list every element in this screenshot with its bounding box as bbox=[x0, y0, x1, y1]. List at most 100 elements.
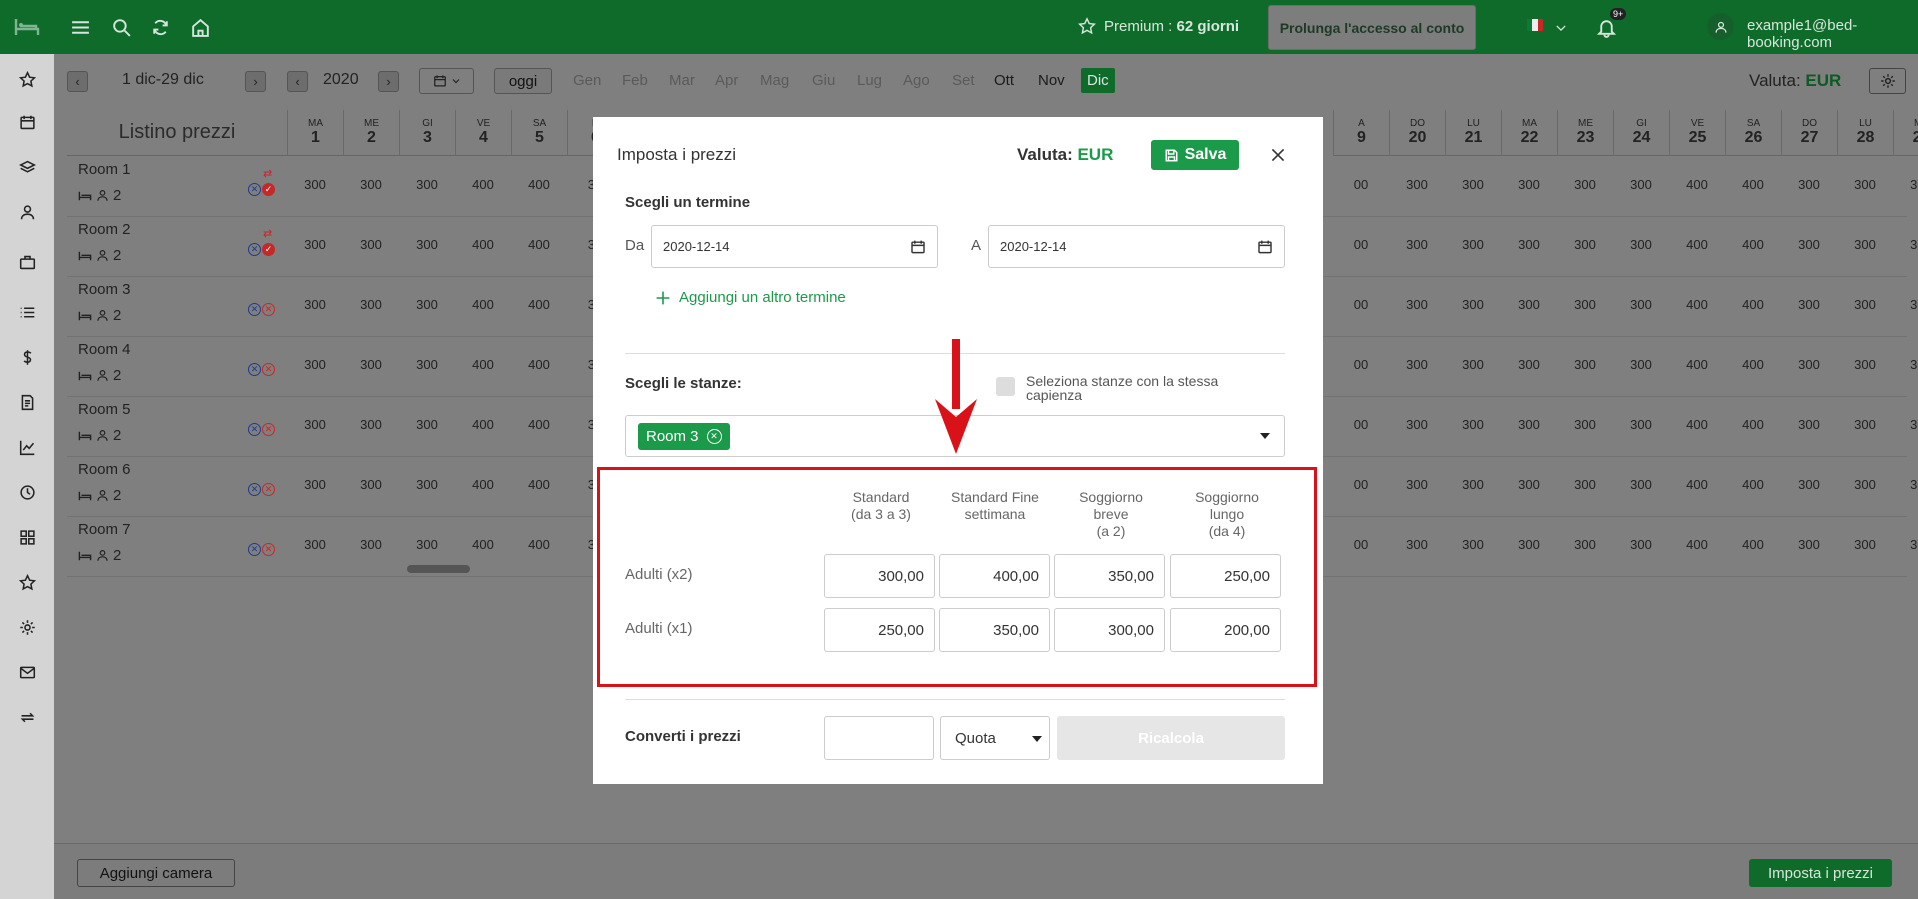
chart-icon[interactable] bbox=[0, 430, 54, 464]
price-cell[interactable]: 300 bbox=[1837, 357, 1893, 372]
price-cell[interactable]: 400 bbox=[511, 357, 567, 372]
month-jan[interactable]: Gen bbox=[573, 72, 601, 89]
price-cell[interactable]: 300 bbox=[1613, 537, 1669, 552]
price-input[interactable]: 200,00 bbox=[1170, 608, 1281, 652]
add-term-link[interactable]: Aggiungi un altro termine bbox=[655, 289, 846, 306]
user-email[interactable]: example1@bed-booking.com bbox=[1747, 17, 1918, 51]
today-button[interactable]: oggi bbox=[494, 68, 552, 94]
home-icon[interactable] bbox=[188, 15, 212, 39]
price-cell[interactable]: 300 bbox=[1445, 177, 1501, 192]
price-cell[interactable]: 400 bbox=[1669, 477, 1725, 492]
month-sep[interactable]: Set bbox=[952, 72, 975, 89]
price-cell[interactable]: 400 bbox=[1725, 357, 1781, 372]
price-cell[interactable]: 300 bbox=[1837, 237, 1893, 252]
price-cell[interactable]: 300 bbox=[343, 357, 399, 372]
prev-period-button[interactable]: ‹ bbox=[67, 71, 88, 92]
price-cell[interactable]: 300 bbox=[399, 417, 455, 432]
price-cell[interactable]: 400 bbox=[455, 417, 511, 432]
price-cell[interactable]: 00 bbox=[1333, 297, 1389, 312]
calendar-icon[interactable] bbox=[910, 239, 926, 255]
menu-icon[interactable] bbox=[68, 15, 92, 39]
caret-down-icon[interactable] bbox=[1260, 433, 1270, 439]
price-cell[interactable]: 300 bbox=[1389, 237, 1445, 252]
price-cell[interactable]: 300 bbox=[1893, 177, 1918, 192]
price-cell[interactable]: 300 bbox=[1837, 417, 1893, 432]
convert-amount-input[interactable] bbox=[824, 716, 934, 760]
price-input[interactable]: 350,00 bbox=[939, 608, 1050, 652]
price-cell[interactable]: 400 bbox=[1669, 537, 1725, 552]
price-input[interactable]: 250,00 bbox=[1170, 554, 1281, 598]
price-cell[interactable]: 300 bbox=[1893, 417, 1918, 432]
price-cell[interactable]: 300 bbox=[1389, 177, 1445, 192]
price-cell[interactable]: 400 bbox=[455, 177, 511, 192]
price-cell[interactable]: 300 bbox=[1501, 417, 1557, 432]
price-cell[interactable]: 300 bbox=[399, 537, 455, 552]
price-cell[interactable]: 300 bbox=[399, 297, 455, 312]
price-cell[interactable]: 300 bbox=[287, 297, 343, 312]
price-cell[interactable]: 00 bbox=[1333, 417, 1389, 432]
price-cell[interactable]: 300 bbox=[287, 357, 343, 372]
layers-icon[interactable] bbox=[0, 150, 54, 184]
extend-access-button[interactable]: Prolunga l'accesso al conto bbox=[1268, 5, 1476, 50]
from-date-input[interactable]: 2020-12-14 bbox=[651, 225, 938, 268]
month-may[interactable]: Mag bbox=[760, 72, 789, 89]
room-name[interactable]: Room 4 bbox=[78, 341, 131, 358]
search-icon[interactable] bbox=[109, 15, 133, 39]
month-jun[interactable]: Giu bbox=[812, 72, 835, 89]
price-cell[interactable]: 300 bbox=[1781, 297, 1837, 312]
month-oct[interactable]: Ott bbox=[994, 72, 1014, 89]
price-cell[interactable]: 00 bbox=[1333, 357, 1389, 372]
month-nov[interactable]: Nov bbox=[1038, 72, 1065, 89]
next-year-button[interactable]: › bbox=[378, 71, 399, 92]
price-cell[interactable]: 300 bbox=[399, 177, 455, 192]
room-name[interactable]: Room 7 bbox=[78, 521, 131, 538]
price-cell[interactable]: 300 bbox=[1445, 297, 1501, 312]
list-icon[interactable] bbox=[0, 295, 54, 329]
price-cell[interactable]: 300 bbox=[287, 237, 343, 252]
price-cell[interactable]: 300 bbox=[287, 417, 343, 432]
clock-icon[interactable] bbox=[0, 475, 54, 509]
price-cell[interactable]: 300 bbox=[343, 537, 399, 552]
price-cell[interactable]: 300 bbox=[1389, 417, 1445, 432]
star-icon[interactable] bbox=[0, 62, 54, 96]
price-cell[interactable]: 400 bbox=[1669, 417, 1725, 432]
bed-logo-icon[interactable] bbox=[0, 0, 54, 54]
price-cell[interactable]: 300 bbox=[1445, 477, 1501, 492]
same-capacity-checkbox[interactable]: Seleziona stanze con la stessa capienza bbox=[996, 374, 1276, 402]
price-cell[interactable]: 400 bbox=[455, 297, 511, 312]
price-cell[interactable]: 300 bbox=[1613, 477, 1669, 492]
set-prices-button[interactable]: Imposta i prezzi bbox=[1749, 859, 1892, 887]
add-room-button[interactable]: Aggiungi camera bbox=[77, 859, 235, 887]
price-cell[interactable]: 300 bbox=[1389, 477, 1445, 492]
price-cell[interactable]: 300 bbox=[1445, 237, 1501, 252]
price-cell[interactable]: 00 bbox=[1333, 177, 1389, 192]
next-period-button[interactable]: › bbox=[245, 71, 266, 92]
price-cell[interactable]: 300 bbox=[343, 177, 399, 192]
price-cell[interactable]: 300 bbox=[287, 477, 343, 492]
price-cell[interactable]: 300 bbox=[1781, 537, 1837, 552]
price-cell[interactable]: 300 bbox=[1445, 357, 1501, 372]
user-icon[interactable] bbox=[0, 195, 54, 229]
room-name[interactable]: Room 1 bbox=[78, 161, 131, 178]
month-feb[interactable]: Feb bbox=[622, 72, 648, 89]
price-cell[interactable]: 300 bbox=[1893, 237, 1918, 252]
price-cell[interactable]: 300 bbox=[1501, 357, 1557, 372]
price-cell[interactable]: 300 bbox=[1557, 477, 1613, 492]
price-cell[interactable]: 400 bbox=[1669, 297, 1725, 312]
price-cell[interactable]: 300 bbox=[1893, 537, 1918, 552]
price-cell[interactable]: 400 bbox=[1725, 297, 1781, 312]
avatar[interactable] bbox=[1707, 13, 1734, 40]
price-cell[interactable]: 300 bbox=[1613, 237, 1669, 252]
price-cell[interactable]: 300 bbox=[1837, 537, 1893, 552]
briefcase-icon[interactable] bbox=[0, 245, 54, 279]
price-cell[interactable]: 400 bbox=[511, 297, 567, 312]
gear-icon[interactable] bbox=[0, 610, 54, 644]
to-date-input[interactable]: 2020-12-14 bbox=[988, 225, 1285, 268]
price-cell[interactable]: 300 bbox=[343, 417, 399, 432]
room-name[interactable]: Room 3 bbox=[78, 281, 131, 298]
price-cell[interactable]: 300 bbox=[1389, 297, 1445, 312]
price-cell[interactable]: 400 bbox=[1725, 537, 1781, 552]
room-name[interactable]: Room 5 bbox=[78, 401, 131, 418]
prev-year-button[interactable]: ‹ bbox=[287, 71, 308, 92]
price-cell[interactable]: 400 bbox=[1669, 177, 1725, 192]
